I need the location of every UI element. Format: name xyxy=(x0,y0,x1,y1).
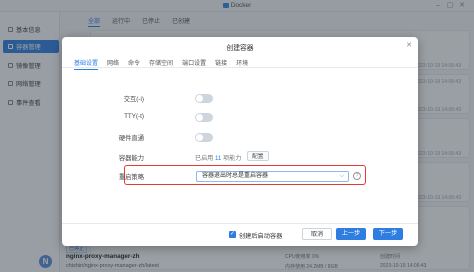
chevron-down-icon: ⌵ xyxy=(339,173,344,179)
configure-capabilities-button[interactable]: 配置 xyxy=(247,151,269,161)
footer-divider xyxy=(62,223,418,224)
autostart-label: 创建后启动容器 xyxy=(239,233,283,240)
create-container-dialog: 创建容器 ✕ 基础设置 网络 命令 存储空间 端口设置 链接 环境 交互(-i)… xyxy=(62,37,418,246)
tab-command[interactable]: 命令 xyxy=(128,58,140,70)
hardware-passthrough-label: 硬件直通 xyxy=(118,135,144,142)
restart-policy-label: 重启策略 xyxy=(118,174,144,181)
interactive-toggle[interactable] xyxy=(195,94,213,103)
dialog-title: 创建容器 xyxy=(226,45,254,52)
dialog-tabs: 基础设置 网络 命令 存储空间 端口设置 链接 环境 xyxy=(74,58,248,70)
tty-toggle[interactable] xyxy=(195,113,213,122)
cancel-button[interactable]: 取消 xyxy=(302,228,332,240)
capabilities-label: 容器能力 xyxy=(118,155,144,162)
capabilities-summary: 已启用 11 项能力 xyxy=(195,155,242,162)
autostart-checkbox[interactable]: ✓ xyxy=(229,231,236,238)
tab-ports[interactable]: 端口设置 xyxy=(182,58,206,70)
close-icon[interactable]: ✕ xyxy=(406,41,412,49)
tab-storage[interactable]: 存储空间 xyxy=(149,58,173,70)
tabs-divider xyxy=(62,67,418,68)
tty-label: TTY(-t) xyxy=(124,113,144,120)
help-icon[interactable]: ? xyxy=(353,172,361,180)
tab-links[interactable]: 链接 xyxy=(215,58,227,70)
tab-environment[interactable]: 环境 xyxy=(236,58,248,70)
previous-button[interactable]: 上一步 xyxy=(336,228,366,240)
interactive-label: 交互(-i) xyxy=(123,96,144,103)
hardware-passthrough-toggle[interactable] xyxy=(195,133,213,142)
restart-policy-select[interactable]: 容器退出时总是重启容器 ⌵ xyxy=(196,171,349,182)
tab-network[interactable]: 网络 xyxy=(107,58,119,70)
tab-basic-settings[interactable]: 基础设置 xyxy=(74,58,99,70)
next-button[interactable]: 下一步 xyxy=(373,228,403,240)
